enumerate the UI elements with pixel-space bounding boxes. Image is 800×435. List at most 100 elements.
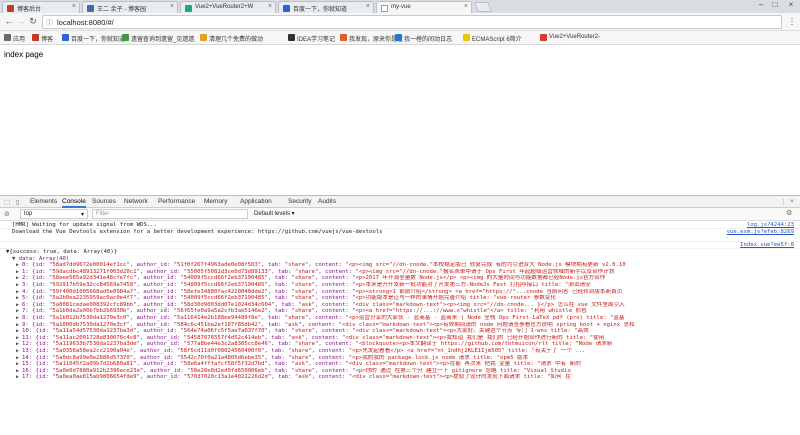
row-tab: ask bbox=[301, 301, 312, 308]
browser-tab[interactable]: 王二 余子 - 博客园 × bbox=[82, 1, 178, 13]
bookmark-label: IDEA学习笔记 bbox=[297, 37, 336, 43]
console-object-row[interactable]: ▶ 13: {id: "5a0356a58ea2cc2190a04e", auth… bbox=[0, 348, 800, 355]
forward-icon[interactable]: → bbox=[15, 16, 27, 26]
browser-tab[interactable]: Vue2+VueRouter2+W × bbox=[180, 1, 276, 13]
devtools-tab-elements[interactable]: Elements bbox=[30, 198, 57, 205]
device-toggle-icon[interactable]: ▯ bbox=[16, 198, 20, 206]
browser-tab[interactable]: 博客后台 × bbox=[2, 1, 80, 13]
expand-arrow-icon[interactable]: ▶ bbox=[16, 355, 19, 362]
console-object-row[interactable]: ▶ 9: {id: "5a1000db7530da1270e3cf", autho… bbox=[0, 322, 800, 329]
bookmark-item[interactable]: Vue2+VueRouter2- bbox=[540, 34, 600, 41]
expand-arrow-icon[interactable]: ▶ bbox=[16, 295, 19, 302]
expand-arrow-icon[interactable]: ▶ bbox=[16, 368, 19, 375]
object-expander[interactable]: ▼{success: true, data: Array(40)} bbox=[0, 249, 800, 256]
expand-arrow-icon[interactable]: ▶ bbox=[16, 341, 19, 348]
console-filter-bar: ⊘ top ▾ Filter Default levels ▾ ⚙ bbox=[0, 208, 800, 221]
bookmarks-bar: 应用 博客 百度一下，你就知道 遗留查询到遗留_见遗遗 清理几个免费的做动 IDEA学习笔… bbox=[0, 31, 800, 45]
console-object-row[interactable]: ▶ 1: {id: "59dacdbc48913271f003d20c1", au… bbox=[0, 269, 800, 276]
expand-arrow-icon[interactable]: ▶ bbox=[16, 269, 19, 276]
bookmark-item[interactable]: IDEA学习笔记 bbox=[288, 34, 335, 43]
row-id: 5a11045f2a09b7d2b680a81 bbox=[55, 361, 134, 368]
back-icon[interactable]: ← bbox=[3, 16, 15, 26]
reload-icon[interactable]: ↻ bbox=[27, 16, 39, 27]
expand-arrow-icon[interactable]: ▶ bbox=[16, 361, 19, 368]
console-object-row[interactable]: ▶ 11: {id: "5a11ac2001728e830076c4c8", au… bbox=[0, 335, 800, 342]
console-object-row[interactable]: ▶ 0: {id: "58ad7dd9672e00014ef1cc", autho… bbox=[0, 262, 800, 269]
console-object-row[interactable]: ▶ 10: {id: "5a11a54d57530da1237ba3d", aut… bbox=[0, 328, 800, 335]
devtools-tab-performance[interactable]: Performance bbox=[158, 198, 195, 205]
page-info-icon[interactable]: ⓘ bbox=[46, 18, 53, 28]
browser-tab[interactable]: my-vue × bbox=[376, 1, 472, 13]
browser-tab[interactable]: 百度一下，你就知道 × bbox=[278, 1, 374, 13]
expand-arrow-icon[interactable]: ▶ bbox=[16, 348, 19, 355]
log-source-link[interactable]: vue.esm.js?efeb:8269 bbox=[722, 229, 794, 236]
levels-select[interactable]: Default levels ▾ bbox=[254, 210, 295, 217]
context-select[interactable]: top ▾ bbox=[20, 209, 88, 219]
filter-input[interactable]: Filter bbox=[92, 209, 248, 219]
devtools-close-icon[interactable]: × bbox=[790, 198, 794, 205]
log-source-link[interactable]: Index.vue?ee5f:8 bbox=[736, 242, 794, 248]
minimize-icon[interactable]: – bbox=[754, 0, 768, 9]
bookmark-item[interactable]: 应用 bbox=[4, 34, 25, 43]
tab-close-icon[interactable]: × bbox=[366, 3, 370, 10]
tab-close-icon[interactable]: × bbox=[170, 3, 174, 10]
devtools-tab-network[interactable]: Network bbox=[124, 198, 148, 205]
console-object-row[interactable]: ▶ 6: {id: "5a0081cedae008392cfc89bb", aut… bbox=[0, 302, 800, 309]
console-object-row[interactable]: ▶ 16: {id: "5a0e0d7880a912b2396ece23e", a… bbox=[0, 368, 800, 375]
bookmark-item[interactable]: 我发现，原来你是这 bbox=[340, 34, 403, 43]
console-object-row[interactable]: ▶ 17: {id: "5a0ea0ae815ab9806654fde9", au… bbox=[0, 374, 800, 381]
inspect-icon[interactable]: ⬚ bbox=[4, 198, 10, 206]
data-expander[interactable]: ▼ data: Array(40) bbox=[0, 256, 800, 263]
clear-console-icon[interactable]: ⊘ bbox=[4, 210, 10, 218]
devtools-menu-icon[interactable]: ⋮ bbox=[780, 198, 787, 206]
console-object-row[interactable]: ▶ 8: {id: "5a1b012b7530da1270e3c0", autho… bbox=[0, 315, 800, 322]
tab-close-icon[interactable]: × bbox=[464, 3, 468, 10]
expand-arrow-icon[interactable]: ▶ bbox=[16, 335, 19, 342]
console-object-row[interactable]: ▶ 7: {id: "5a1b0da2a00b7bb2b6930b", autho… bbox=[0, 308, 800, 315]
console-settings-icon[interactable]: ⚙ bbox=[786, 209, 792, 217]
expand-arrow-icon[interactable]: ▶ bbox=[16, 289, 19, 296]
bookmark-item[interactable]: 我一樘的间动日志 bbox=[395, 34, 452, 43]
expand-arrow-icon[interactable]: ▶ bbox=[16, 328, 19, 335]
bookmark-item[interactable]: 遗留查询到遗留_见遗遗 bbox=[122, 34, 194, 43]
devtools-tab-console[interactable]: Console bbox=[62, 198, 86, 208]
bookmark-item[interactable]: ECMAScript 6简介 bbox=[463, 34, 522, 43]
devtools-tab-sources[interactable]: Sources bbox=[92, 198, 116, 205]
expand-arrow-icon[interactable]: ▶ bbox=[16, 374, 19, 381]
devtools-tab-audits[interactable]: Audits bbox=[318, 198, 336, 205]
maximize-icon[interactable]: □ bbox=[768, 0, 782, 9]
console-object-row[interactable]: ▶ 3: {id: "592917b59e32cc84569a7458", aut… bbox=[0, 282, 800, 289]
console-object-row[interactable]: ▶ 4: {id: "59f400d1005668ad5e0984a7", aut… bbox=[0, 289, 800, 296]
menu-icon[interactable]: ⋮ bbox=[786, 16, 798, 27]
expand-arrow-icon[interactable]: ▶ bbox=[16, 302, 19, 309]
bookmark-item[interactable]: 清理几个免费的做动 bbox=[200, 34, 263, 43]
bookmark-item[interactable]: 百度一下，你就知道 bbox=[62, 34, 125, 43]
expand-arrow-icon[interactable]: ▶ bbox=[16, 308, 19, 315]
expand-arrow-icon[interactable]: ▶ bbox=[16, 275, 19, 282]
expand-arrow-icon[interactable]: ▶ bbox=[16, 322, 19, 329]
devtools-tab-application[interactable]: Application bbox=[240, 198, 272, 205]
console-object-row[interactable]: ▶ 5: {id: "5a2b0ea2235959ac0ac0e4f7", aut… bbox=[0, 295, 800, 302]
tab-close-icon[interactable]: × bbox=[268, 3, 272, 10]
console-object-row[interactable]: ▶ 15: {id: "5a11045f2a09b7d2b680a81", aut… bbox=[0, 361, 800, 368]
row-punct: ", author_id: " bbox=[126, 308, 177, 315]
row-punct: ", tab: " bbox=[261, 354, 292, 361]
console-object-row[interactable]: ▶ 14: {id: "5a0dc8a99e0e2886d57370", auth… bbox=[0, 355, 800, 362]
new-tab-button[interactable] bbox=[474, 2, 492, 12]
console-object-row[interactable]: ▶ 2: {id: "58eee565a92d341e48cfe7fc", aut… bbox=[0, 275, 800, 282]
devtools-tab-security[interactable]: Security bbox=[288, 198, 311, 205]
row-punct: ", author_id: " bbox=[133, 295, 184, 302]
expand-arrow-icon[interactable]: ▶ bbox=[16, 282, 19, 289]
row-tab: ask bbox=[294, 361, 305, 368]
expand-arrow-icon[interactable]: ▶ bbox=[16, 262, 19, 269]
bookmark-item[interactable]: 博客 bbox=[32, 34, 53, 43]
devtools-tab-memory[interactable]: Memory bbox=[204, 198, 227, 205]
expand-arrow-icon[interactable]: ▶ bbox=[16, 315, 19, 322]
row-author-id: 584c6c451ba2ef107f85db42 bbox=[176, 321, 258, 328]
window-close-icon[interactable]: × bbox=[784, 0, 798, 9]
console-object-row[interactable]: ▶ 12: {id: "5a119633b7530da1237ba3de", au… bbox=[0, 341, 800, 348]
tab-close-icon[interactable]: × bbox=[72, 3, 76, 10]
row-punct: : {id: " bbox=[25, 301, 53, 308]
log-source-link[interactable]: log.js?4244:23 bbox=[742, 222, 794, 228]
address-bar[interactable]: ⓘ localhost:8080/#/ bbox=[42, 15, 782, 29]
